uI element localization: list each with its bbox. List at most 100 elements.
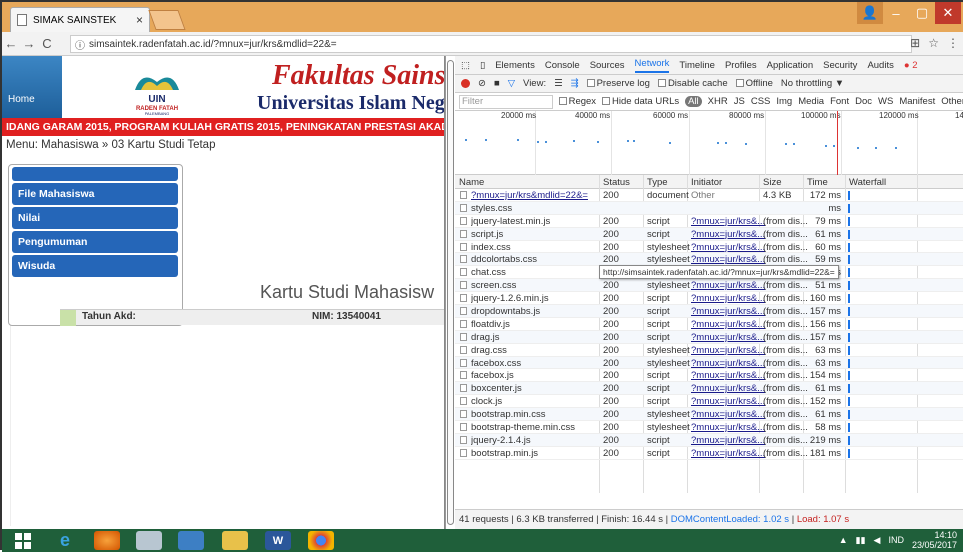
request-name[interactable]: facebox.js: [471, 370, 611, 381]
table-row[interactable]: jquery-latest.min.js 200 script ?mnux=jur/k…: [455, 215, 963, 228]
request-initiator[interactable]: ?mnux=jur/krs&...: [691, 280, 765, 291]
filter-all[interactable]: All: [685, 96, 702, 107]
sidebar-item-wisuda[interactable]: Wisuda: [12, 255, 178, 277]
tab-application[interactable]: Application: [767, 60, 813, 71]
request-initiator[interactable]: ?mnux=jur/krs&...: [691, 409, 765, 420]
request-initiator[interactable]: ?mnux=jur/krs&...: [691, 229, 765, 240]
user-icon[interactable]: 👤: [857, 2, 883, 24]
page-scrollbar[interactable]: [445, 56, 455, 529]
request-name[interactable]: dropdowntabs.js: [471, 306, 611, 317]
browser-menu-icon[interactable]: ⋮: [947, 36, 959, 50]
filter-ws[interactable]: WS: [878, 96, 893, 107]
request-initiator[interactable]: ?mnux=jur/krs&...: [691, 448, 765, 459]
info-icon[interactable]: ⓘ: [75, 37, 85, 52]
translate-icon[interactable]: ⊞: [910, 36, 920, 50]
request-name[interactable]: clock.js: [471, 396, 611, 407]
reload-icon[interactable]: C: [38, 36, 56, 51]
table-row[interactable]: jquery-2.1.4.js 200 script ?mnux=jur/krs&..…: [455, 433, 963, 447]
filter-js[interactable]: JS: [734, 96, 745, 107]
request-name[interactable]: jquery-latest.min.js: [471, 216, 611, 227]
request-name[interactable]: index.css: [471, 242, 611, 253]
table-row[interactable]: bootstrap.min.css 200 stylesheet ?mnux=jur/…: [455, 408, 963, 422]
table-row[interactable]: index.css 200 stylesheet ?mnux=jur/krs&...(…: [455, 241, 963, 254]
request-initiator[interactable]: ?mnux=jur/krs&...: [691, 370, 765, 381]
filter-img[interactable]: Img: [776, 96, 792, 107]
request-name[interactable]: screen.css: [471, 280, 611, 291]
offline-checkbox[interactable]: Offline: [735, 78, 773, 89]
table-row[interactable]: floatdiv.js 200 script ?mnux=jur/krs&... (fr…: [455, 318, 963, 331]
chrome-icon[interactable]: [308, 531, 334, 550]
request-initiator[interactable]: ?mnux=jur/krs&...: [691, 293, 765, 304]
col-waterfall[interactable]: Waterfall: [849, 177, 886, 188]
table-row[interactable]: facebox.js 200 script ?mnux=jur/krs&... (fro…: [455, 369, 963, 383]
table-row[interactable]: clock.js 200 script ?mnux=jur/krs&... (from …: [455, 395, 963, 409]
file-explorer-icon[interactable]: [222, 531, 248, 550]
request-name[interactable]: styles.css: [471, 203, 611, 214]
tab-close-icon[interactable]: ×: [136, 13, 143, 27]
sidebar-item-file-mahasiswa[interactable]: File Mahasiswa: [12, 183, 178, 205]
request-name[interactable]: drag.js: [471, 332, 611, 343]
preserve-log-checkbox[interactable]: Preserve log: [586, 78, 650, 89]
tab-audits[interactable]: Audits: [867, 60, 893, 71]
request-name[interactable]: jquery-2.1.4.js: [471, 435, 611, 446]
regex-checkbox[interactable]: Regex: [558, 96, 596, 107]
table-row[interactable]: boxcenter.js 200 script ?mnux=jur/krs&... (f…: [455, 382, 963, 396]
request-initiator[interactable]: ?mnux=jur/krs&...: [691, 383, 765, 394]
windows-start-icon[interactable]: [12, 531, 34, 550]
request-name[interactable]: boxcenter.js: [471, 383, 611, 394]
tab-console[interactable]: Console: [545, 60, 580, 71]
table-row[interactable]: jquery-1.2.6.min.js 200 script ?mnux=jur/kr…: [455, 292, 963, 306]
col-status[interactable]: Status: [603, 177, 630, 188]
back-icon[interactable]: ←: [2, 36, 20, 51]
table-row[interactable]: dropdowntabs.js 200 script ?mnux=jur/krs&..…: [455, 305, 963, 318]
request-initiator[interactable]: ?mnux=jur/krs&...: [691, 422, 765, 433]
table-row[interactable]: drag.js 200 script ?mnux=jur/krs&... (from d…: [455, 330, 963, 344]
request-initiator[interactable]: ?mnux=jur/krs&...: [691, 216, 765, 227]
large-rows-icon[interactable]: ☰: [554, 78, 563, 89]
filter-icon[interactable]: ▽: [508, 78, 515, 89]
request-name[interactable]: jquery-1.2.6.min.js: [471, 293, 611, 304]
table-row[interactable]: bootstrap.min.js 200 script ?mnux=jur/krs&.…: [455, 447, 963, 460]
filter-doc[interactable]: Doc: [855, 96, 872, 107]
scrollbar-thumb[interactable]: [447, 60, 454, 525]
tab-timeline[interactable]: Timeline: [679, 60, 715, 71]
request-name[interactable]: facebox.css: [471, 358, 611, 369]
request-initiator[interactable]: ?mnux=jur/krs&...: [691, 319, 765, 330]
table-row[interactable]: bootstrap-theme.min.css 200 stylesheet ?mnu…: [455, 421, 963, 434]
home-link[interactable]: Home: [2, 56, 62, 118]
request-name[interactable]: chat.css: [471, 267, 611, 278]
close-window-button[interactable]: ✕: [935, 2, 961, 24]
volume-icon[interactable]: ◀: [874, 535, 881, 546]
browser-tab[interactable]: SIMAK SAINSTEK ×: [10, 7, 150, 32]
media-app-icon[interactable]: [178, 531, 204, 550]
sidebar-item-pengumuman[interactable]: Pengumuman: [12, 231, 178, 253]
request-initiator[interactable]: ?mnux=jur/krs&...: [691, 254, 765, 265]
table-row[interactable]: script.js 200 script ?mnux=jur/krs&... (from…: [455, 227, 963, 241]
forward-icon[interactable]: →: [20, 36, 38, 51]
sidebar-item-nilai[interactable]: Nilai: [12, 207, 178, 229]
word-icon[interactable]: W: [265, 531, 291, 550]
col-size[interactable]: Size: [763, 177, 781, 188]
request-initiator[interactable]: ?mnux=jur/krs&...: [691, 435, 765, 446]
table-row[interactable]: ?mnux=jur/krs&mdlid=22&= 200 document Other…: [455, 189, 963, 202]
request-initiator[interactable]: ?mnux=jur/krs&...: [691, 396, 765, 407]
col-time[interactable]: Time: [807, 177, 828, 188]
hide-data-urls-checkbox[interactable]: Hide data URLs: [602, 96, 679, 107]
network-overview[interactable]: 20000 ms 40000 ms 60000 ms 80000 ms 1000…: [455, 111, 963, 175]
request-initiator[interactable]: Other: [691, 190, 715, 201]
request-initiator[interactable]: ?mnux=jur/krs&...: [691, 345, 765, 356]
filter-css[interactable]: CSS: [751, 96, 771, 107]
filter-other[interactable]: Other: [941, 96, 963, 107]
url-input[interactable]: ⓘ simsaintek.radenfatah.ac.id/?mnux=jur/…: [70, 35, 912, 53]
tab-elements[interactable]: Elements: [495, 60, 535, 71]
request-name[interactable]: script.js: [471, 229, 611, 240]
clear-icon[interactable]: ⊘: [478, 78, 486, 89]
filter-input[interactable]: Filter: [459, 94, 553, 109]
device-icon[interactable]: ▯: [480, 60, 485, 71]
language-indicator[interactable]: IND: [888, 535, 904, 545]
filter-manifest[interactable]: Manifest: [899, 96, 935, 107]
request-name[interactable]: bootstrap.min.js: [471, 448, 611, 459]
request-name[interactable]: drag.css: [471, 345, 611, 356]
firefox-icon[interactable]: [94, 531, 120, 550]
request-initiator[interactable]: ?mnux=jur/krs&...: [691, 358, 765, 369]
